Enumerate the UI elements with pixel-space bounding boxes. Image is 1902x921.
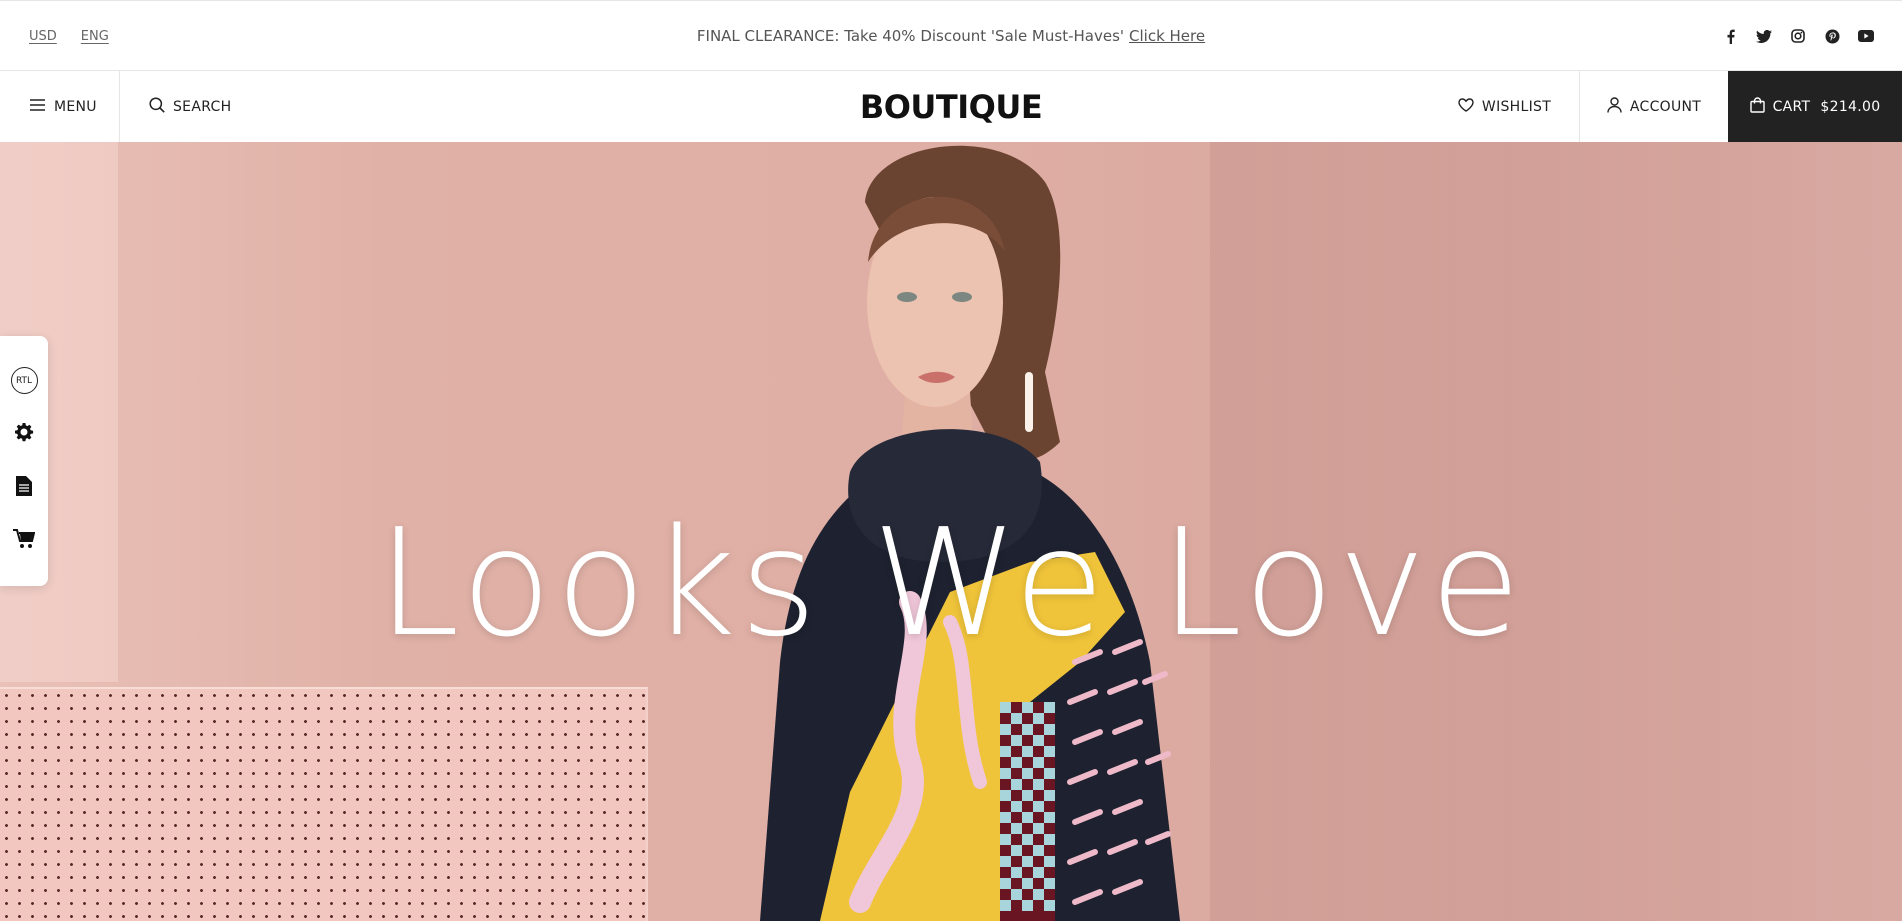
wishlist-label: WISHLIST xyxy=(1481,98,1552,115)
promo-link[interactable]: Click Here xyxy=(1129,27,1205,45)
main-header: MENU SEARCH BOUTIQUE WISHLIST ACCOUNT CA… xyxy=(0,71,1902,142)
search-button[interactable]: SEARCH xyxy=(120,71,520,142)
wishlist-button[interactable]: WISHLIST xyxy=(1430,71,1580,142)
account-button[interactable]: ACCOUNT xyxy=(1580,71,1728,142)
documentation-button[interactable] xyxy=(10,474,38,502)
rtl-icon: RTL xyxy=(10,367,38,395)
cart-label: CART xyxy=(1772,98,1811,115)
document-icon xyxy=(16,475,32,500)
settings-button[interactable] xyxy=(10,420,38,448)
menu-button[interactable]: MENU xyxy=(0,71,120,142)
facebook-icon[interactable] xyxy=(1722,28,1738,44)
pinterest-icon[interactable] xyxy=(1824,28,1840,44)
cart-icon xyxy=(13,529,36,553)
hero-headline: Looks We Love xyxy=(377,497,1525,669)
hero-pegboard xyxy=(0,687,648,921)
hamburger-icon xyxy=(30,98,45,115)
cart-total: $214.00 xyxy=(1820,98,1881,115)
hero-banner[interactable]: Looks We Love xyxy=(0,142,1902,921)
user-icon xyxy=(1607,96,1622,117)
instagram-icon[interactable] xyxy=(1790,28,1806,44)
search-label: SEARCH xyxy=(173,98,232,115)
account-label: ACCOUNT xyxy=(1629,98,1702,115)
header-actions: WISHLIST ACCOUNT CART $214.00 xyxy=(1430,71,1902,142)
side-toolbar: RTL xyxy=(0,336,48,586)
menu-label: MENU xyxy=(54,98,97,115)
site-logo[interactable]: BOUTIQUE xyxy=(860,88,1043,126)
promo-text: FINAL CLEARANCE: Take 40% Discount 'Sale… xyxy=(696,27,1125,45)
promo-message: FINAL CLEARANCE: Take 40% Discount 'Sale… xyxy=(0,1,1902,71)
announcement-bar: USD ENG FINAL CLEARANCE: Take 40% Discou… xyxy=(0,0,1902,71)
gear-icon xyxy=(14,422,34,446)
buy-button[interactable] xyxy=(10,527,38,555)
cart-button[interactable]: CART $214.00 xyxy=(1728,71,1902,142)
youtube-icon[interactable] xyxy=(1858,28,1874,44)
social-links xyxy=(1722,1,1874,71)
heart-icon xyxy=(1458,97,1474,116)
search-icon xyxy=(149,96,165,117)
rtl-toggle[interactable]: RTL xyxy=(10,367,38,395)
twitter-icon[interactable] xyxy=(1756,28,1772,44)
shopping-bag-icon xyxy=(1749,96,1765,117)
